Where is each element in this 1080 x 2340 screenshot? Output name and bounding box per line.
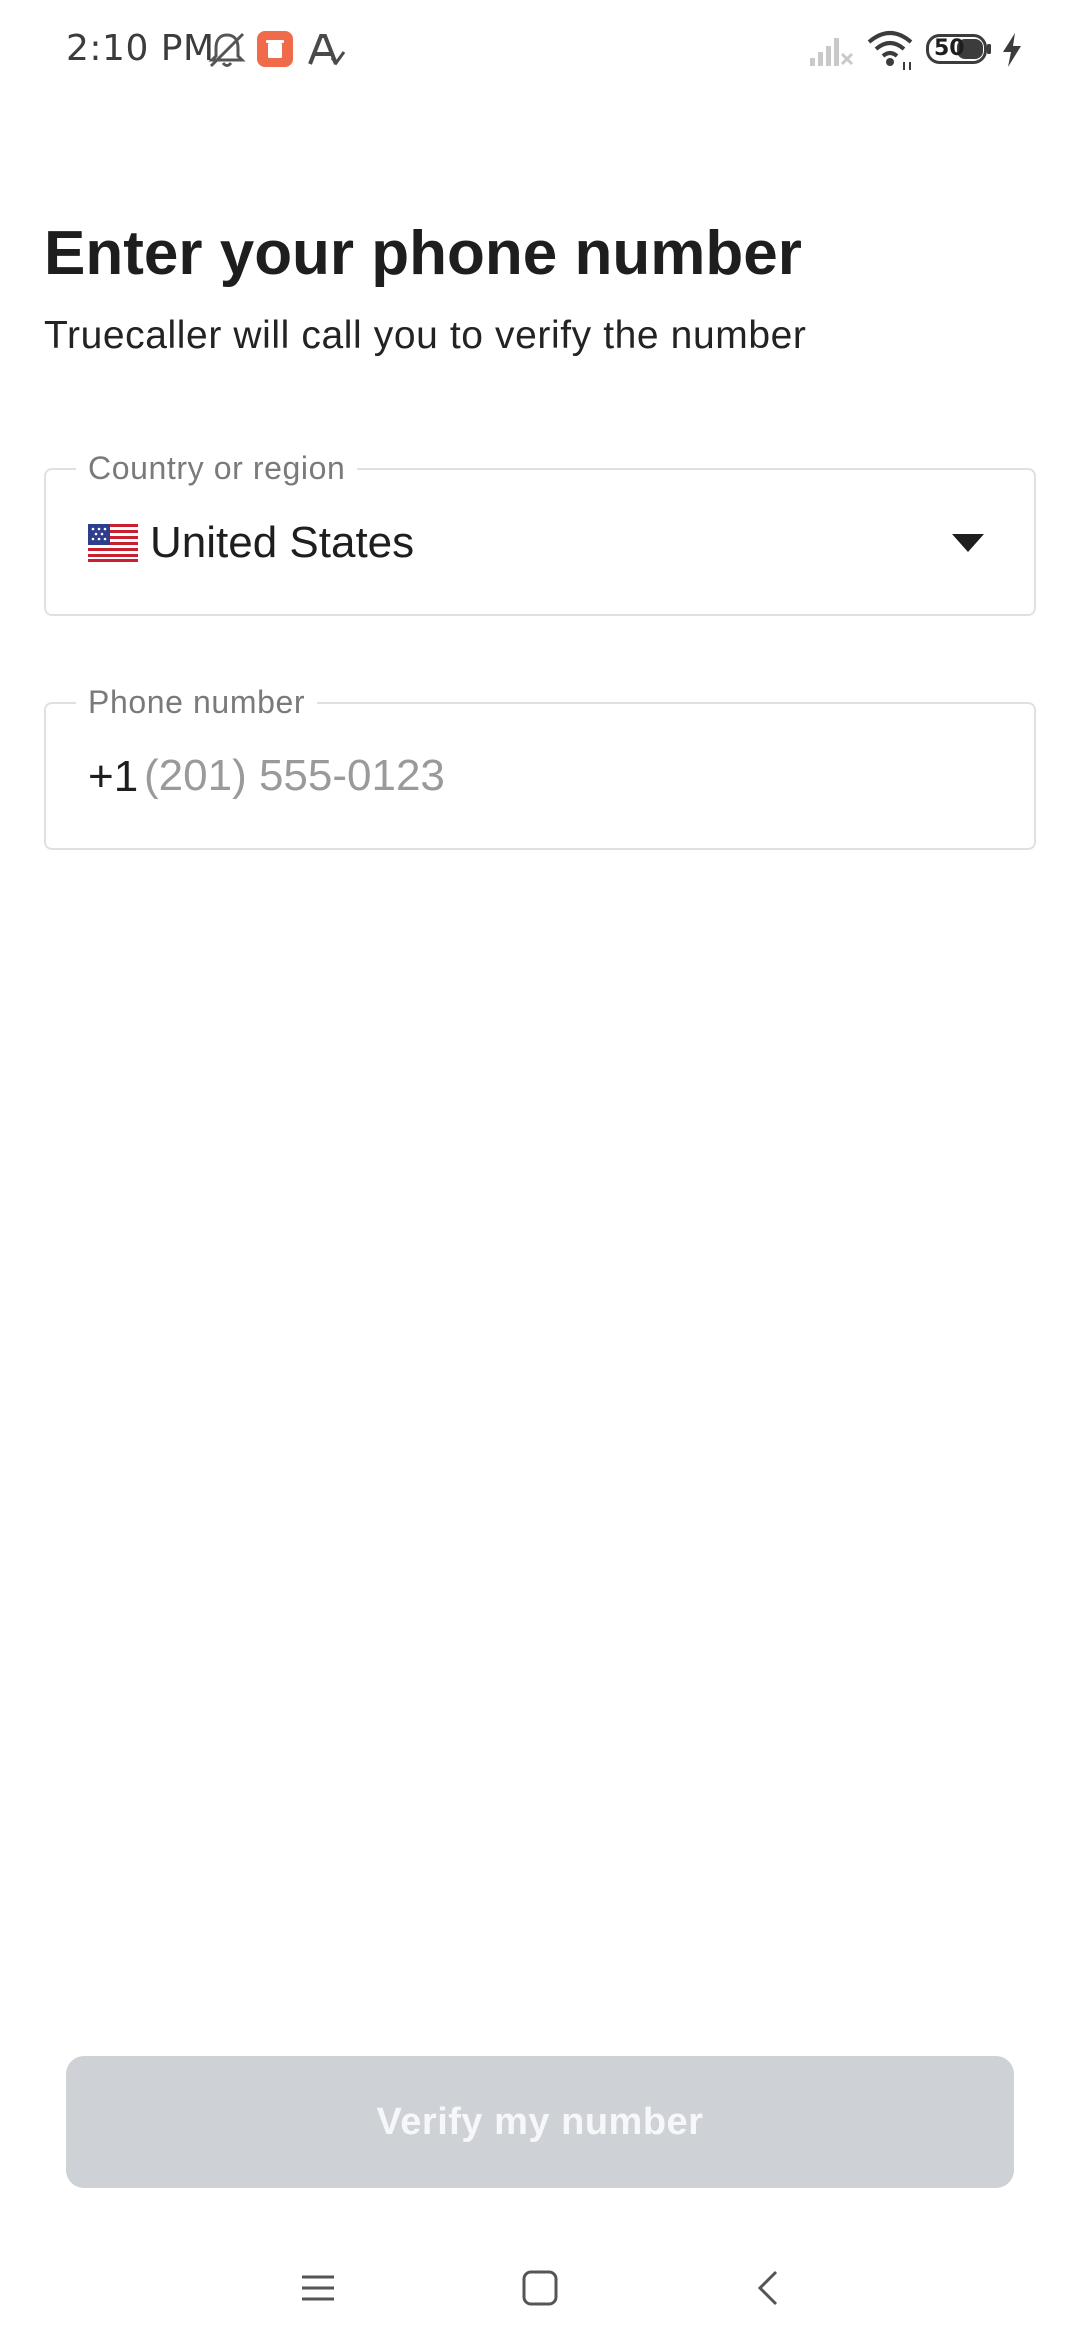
app-notification-icon	[257, 31, 293, 67]
page-subtitle: Truecaller will call you to verify the n…	[44, 314, 807, 357]
country-code-prefix: +1	[88, 752, 139, 801]
status-bar: 2:10 PM 50	[0, 0, 1080, 100]
signal-icon	[810, 38, 854, 66]
us-flag-icon	[88, 524, 138, 562]
wifi-icon	[867, 31, 913, 70]
phone-number-input[interactable]	[142, 740, 984, 812]
battery-level: 50	[934, 36, 965, 61]
menu-icon	[302, 2275, 334, 2301]
dropdown-arrow-icon[interactable]	[952, 534, 984, 552]
phone-number-field[interactable]: Phone number +1	[44, 682, 1036, 850]
country-field-label: Country or region	[76, 448, 358, 488]
home-button[interactable]	[504, 2252, 576, 2324]
phone-field-label: Phone number	[76, 682, 318, 722]
battery-icon: 50	[926, 34, 992, 64]
page-title: Enter your phone number	[44, 219, 802, 288]
country-value: United States	[150, 518, 415, 567]
bell-muted-icon	[208, 32, 246, 68]
back-icon	[757, 2270, 778, 2306]
home-icon	[522, 2270, 558, 2306]
back-button[interactable]	[732, 2252, 804, 2324]
country-selector[interactable]: Country or region United States	[44, 448, 1036, 616]
status-time: 2:10 PM	[66, 28, 215, 69]
menu-button[interactable]	[282, 2252, 354, 2324]
charging-icon	[1003, 33, 1021, 67]
font-app-icon	[308, 34, 346, 66]
navigation-bar	[0, 2230, 1080, 2340]
verify-button[interactable]: Verify my number	[66, 2056, 1014, 2188]
